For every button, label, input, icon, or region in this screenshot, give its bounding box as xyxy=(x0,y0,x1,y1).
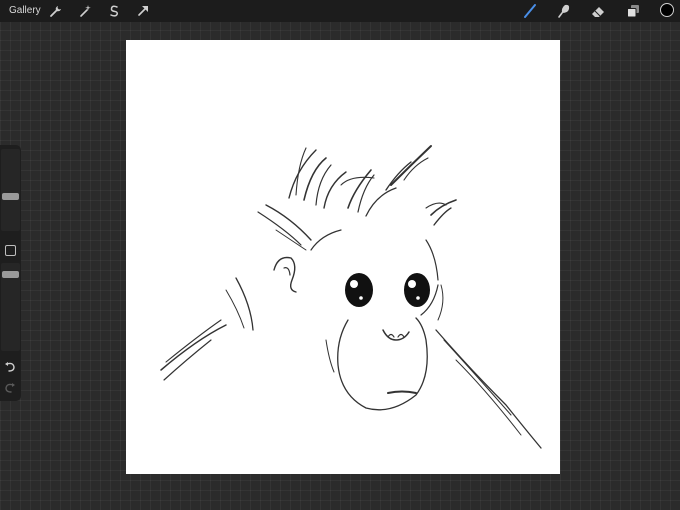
drawing-canvas[interactable] xyxy=(126,40,560,474)
transform-arrow-icon[interactable] xyxy=(135,3,151,19)
selection-icon[interactable] xyxy=(106,3,122,19)
monkey-sketch xyxy=(160,145,542,449)
left-sidebar xyxy=(0,145,21,401)
layers-icon[interactable] xyxy=(625,3,641,19)
top-toolbar: Gallery xyxy=(0,0,680,22)
modify-square-icon[interactable] xyxy=(5,245,16,256)
brush-size-slider[interactable] xyxy=(1,149,20,231)
eraser-icon[interactable] xyxy=(590,3,606,19)
wrench-icon[interactable] xyxy=(47,3,63,19)
smudge-icon[interactable] xyxy=(556,3,572,19)
opacity-slider[interactable] xyxy=(1,263,20,351)
brush-size-handle[interactable] xyxy=(2,193,19,200)
gallery-button[interactable]: Gallery xyxy=(9,5,41,16)
opacity-handle[interactable] xyxy=(2,271,19,278)
magic-wand-icon[interactable] xyxy=(77,3,93,19)
redo-icon[interactable] xyxy=(2,380,18,396)
brush-icon[interactable] xyxy=(522,3,538,19)
undo-icon[interactable] xyxy=(2,359,18,375)
color-picker-button[interactable] xyxy=(660,3,674,17)
